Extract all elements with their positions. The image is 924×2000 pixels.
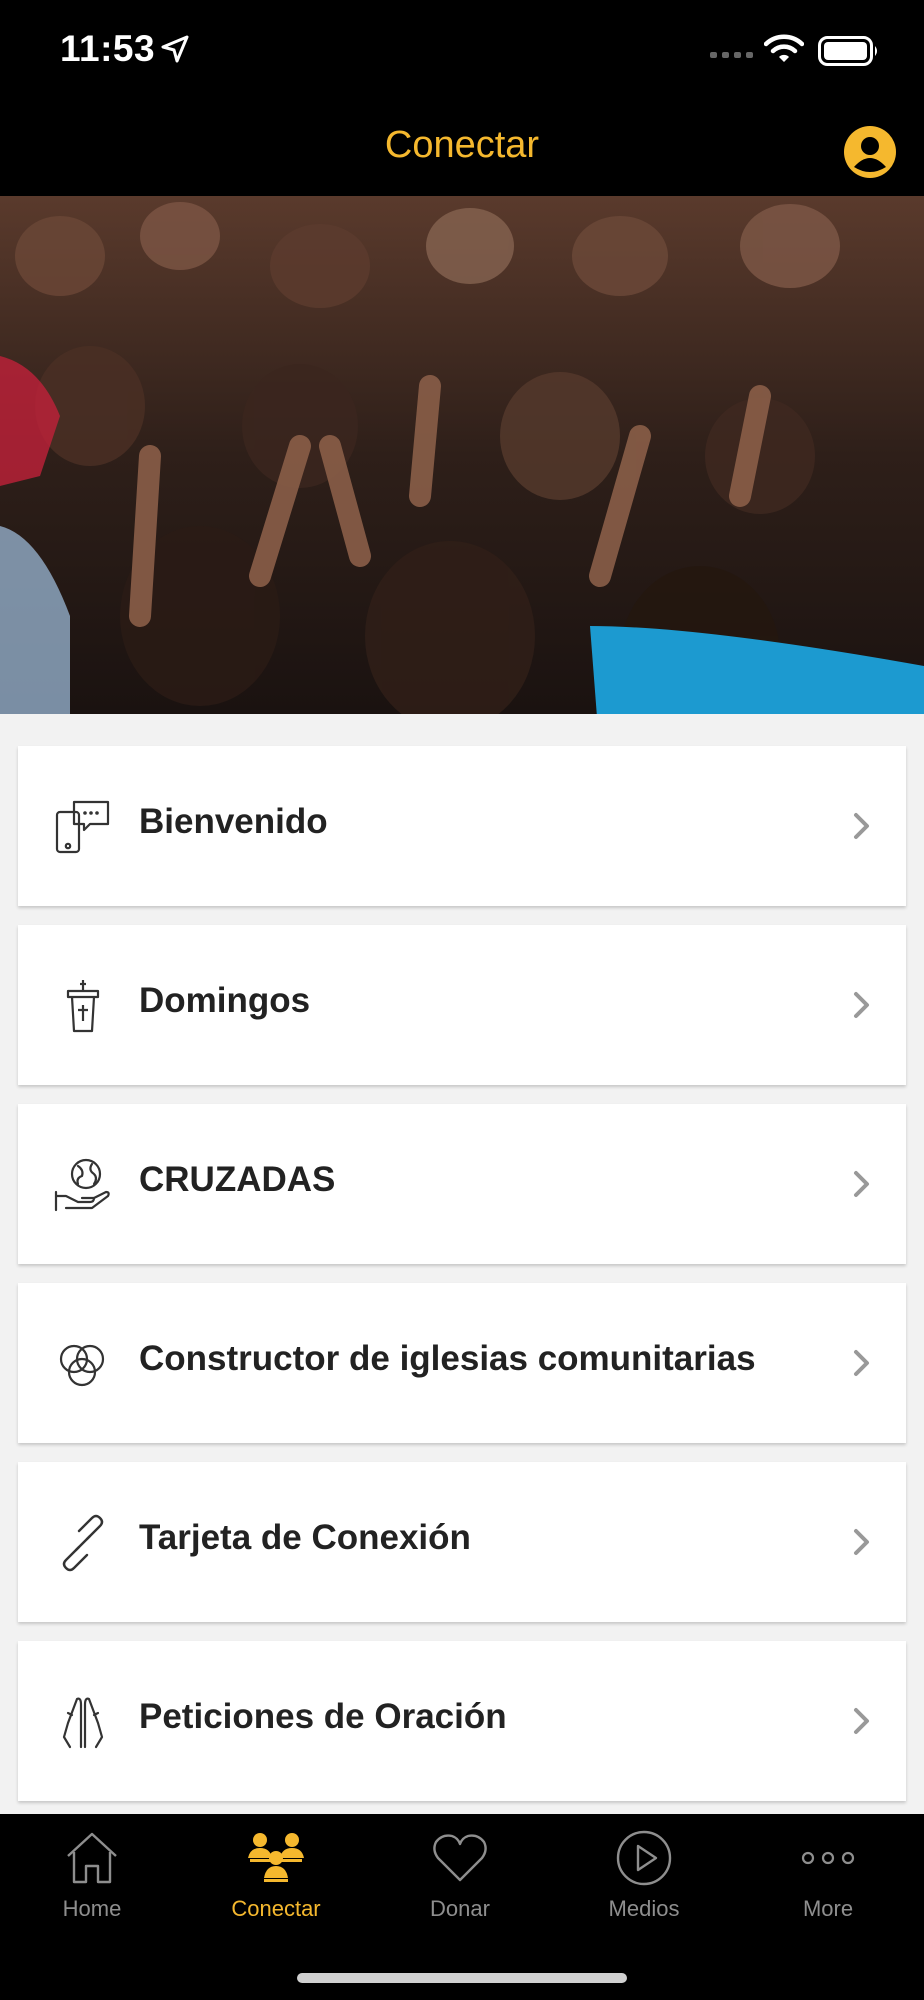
tab-conectar[interactable]: Conectar (184, 1814, 368, 1954)
menu-item-label: Peticiones de Oración (139, 1697, 507, 1736)
menu-item-peticiones[interactable]: Peticiones de Oración (18, 1641, 906, 1801)
globe-hand-icon (54, 1158, 110, 1212)
menu-item-label: Bienvenido (139, 802, 328, 841)
cellular-signal-icon (710, 52, 753, 58)
play-icon (616, 1830, 672, 1886)
heart-icon (433, 1834, 487, 1882)
crowd-photo (0, 196, 924, 714)
chevron-right-icon (854, 1350, 869, 1376)
tab-label: Medios (608, 1896, 680, 1921)
home-indicator[interactable] (297, 1973, 627, 1983)
more-icon (801, 1851, 855, 1865)
page-title: Conectar (384, 124, 540, 166)
location-arrow-icon (161, 35, 189, 63)
phone-chat-icon (55, 800, 110, 854)
tab-home[interactable]: Home (0, 1814, 184, 1954)
navigation-bar: Conectar (0, 100, 924, 196)
menu-item-label: Constructor de iglesias comunitarias (139, 1339, 756, 1378)
status-bar: 11:53 (0, 0, 924, 100)
wifi-icon (764, 34, 804, 62)
chevron-right-icon (854, 1171, 869, 1197)
tab-donar[interactable]: Donar (368, 1814, 552, 1954)
tab-medios[interactable]: Medios (552, 1814, 736, 1954)
praying-hands-icon (62, 1697, 104, 1749)
home-icon (67, 1832, 117, 1884)
status-time: 11:53 (60, 28, 156, 69)
connect-menu-list: Bienvenido Domingos CRUZADAS Constructor… (18, 746, 906, 1820)
menu-item-bienvenido[interactable]: Bienvenido (18, 746, 906, 906)
menu-item-label: CRUZADAS (139, 1160, 336, 1199)
menu-item-label: Tarjeta de Conexión (139, 1518, 471, 1557)
tab-label: More (802, 1896, 854, 1921)
menu-item-domingos[interactable]: Domingos (18, 925, 906, 1085)
menu-item-constructor[interactable]: Constructor de iglesias comunitarias (18, 1283, 906, 1443)
circles-icon (59, 1344, 105, 1387)
tab-label: Donar (430, 1896, 490, 1921)
tab-label: Conectar (231, 1896, 321, 1921)
profile-icon[interactable] (843, 125, 897, 179)
hero-image (0, 196, 924, 714)
battery-icon (818, 36, 877, 66)
menu-item-label: Domingos (139, 981, 311, 1020)
chevron-right-icon (854, 1529, 869, 1555)
chevron-right-icon (854, 1708, 869, 1734)
tab-label: Home (62, 1896, 122, 1921)
chevron-right-icon (854, 813, 869, 839)
menu-item-cruzadas[interactable]: CRUZADAS (18, 1104, 906, 1264)
people-icon (248, 1833, 304, 1882)
menu-item-tarjeta[interactable]: Tarjeta de Conexión (18, 1462, 906, 1622)
link-icon (62, 1514, 104, 1572)
pulpit-icon (66, 980, 100, 1033)
tab-more[interactable]: More (736, 1814, 920, 1954)
chevron-right-icon (854, 992, 869, 1018)
